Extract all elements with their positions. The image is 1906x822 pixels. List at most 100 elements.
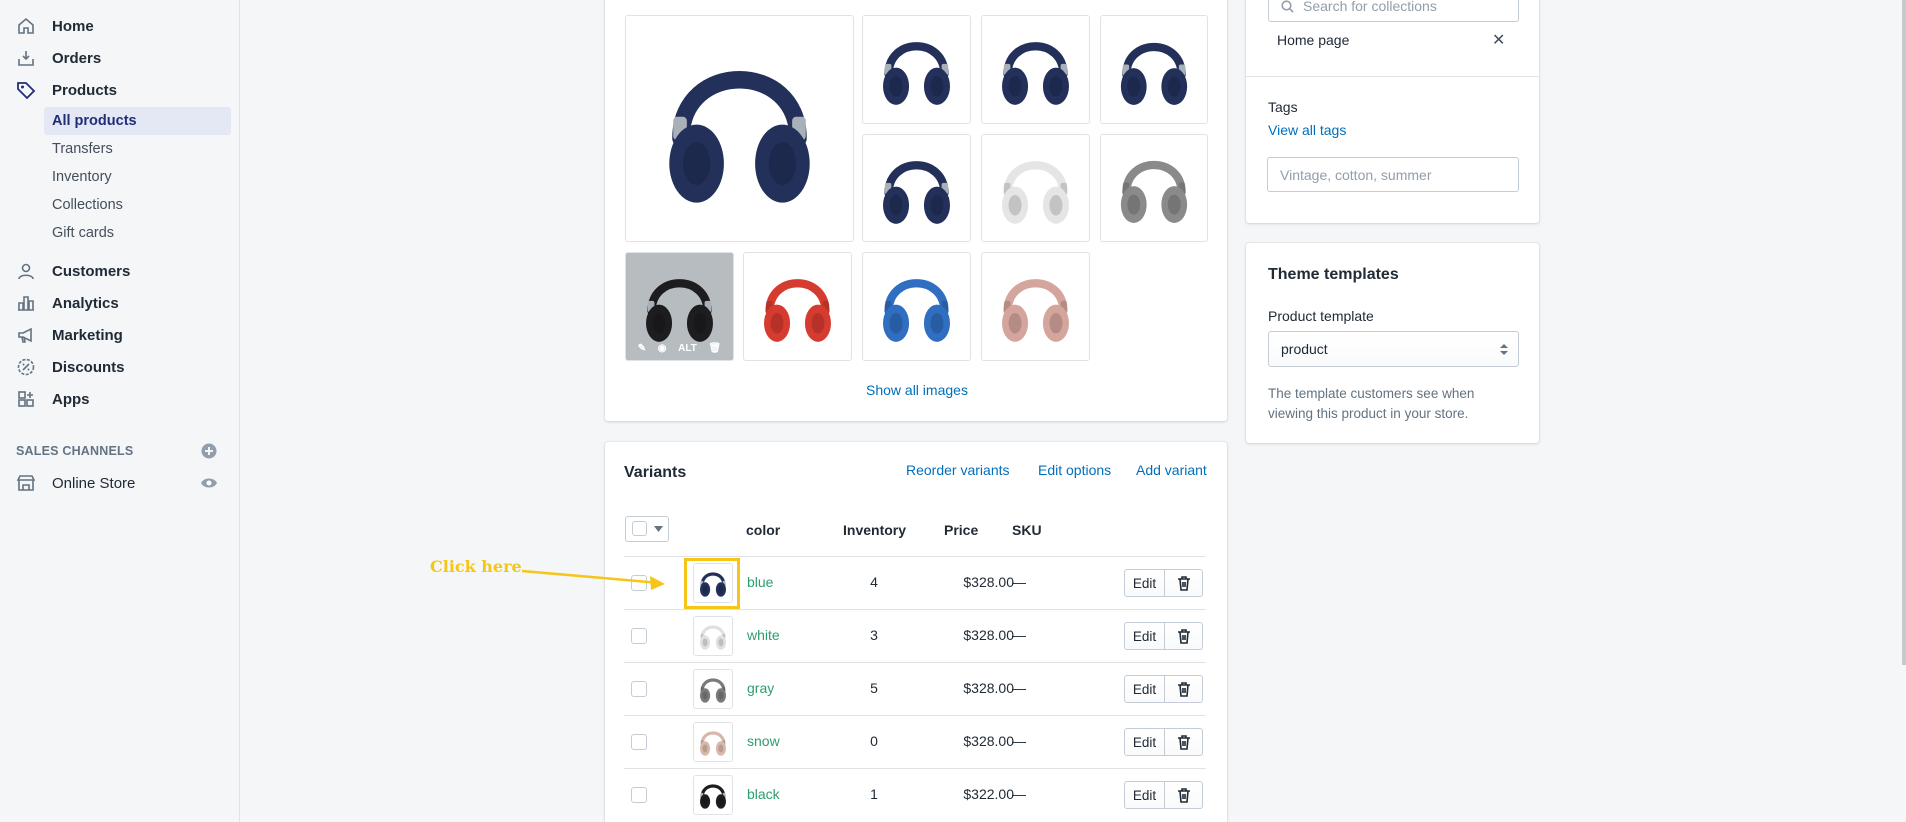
add-sales-channel-button[interactable]: [200, 442, 218, 460]
product-image-thumb[interactable]: [981, 252, 1090, 361]
variant-checkbox[interactable]: [631, 681, 647, 697]
product-image-thumb[interactable]: [981, 15, 1090, 124]
view-online-store-button[interactable]: [200, 474, 218, 492]
variant-name-link[interactable]: blue: [747, 574, 773, 590]
variant-sku: —: [1012, 786, 1026, 802]
view-all-tags-link[interactable]: View all tags: [1268, 122, 1346, 138]
reorder-variants-link[interactable]: Reorder variants: [906, 462, 1010, 478]
variant-name-link[interactable]: gray: [747, 680, 774, 696]
product-image-thumb[interactable]: [862, 134, 971, 242]
variant-row: gray 5 $328.00 — Edit: [624, 662, 1206, 715]
nav-apps[interactable]: Apps: [0, 383, 240, 415]
variant-edit-button[interactable]: Edit: [1124, 781, 1165, 809]
show-all-images-link[interactable]: Show all images: [866, 382, 968, 398]
product-image-thumb[interactable]: [862, 252, 971, 361]
store-icon: [15, 472, 37, 494]
tags-input[interactable]: Vintage, cotton, summer: [1267, 157, 1519, 192]
variant-image-thumb[interactable]: [693, 616, 733, 656]
product-image-thumb[interactable]: [981, 134, 1090, 242]
sub-collections[interactable]: Collections: [44, 191, 231, 219]
plus-circle-icon: [201, 443, 217, 459]
nav-discounts[interactable]: Discounts: [0, 351, 240, 383]
product-image-thumb[interactable]: [743, 252, 852, 361]
nav-discounts-label: Discounts: [52, 358, 125, 376]
template-help-text: The template customers see when viewing …: [1268, 384, 1474, 424]
pencil-icon[interactable]: ✎: [638, 343, 646, 354]
main-product-image[interactable]: [625, 15, 854, 242]
variant-edit-button[interactable]: Edit: [1124, 622, 1165, 650]
annotation-arrow-icon: [521, 569, 665, 590]
bulk-select-dropdown[interactable]: [625, 516, 669, 542]
variant-delete-button[interactable]: [1165, 728, 1203, 756]
eye-icon[interactable]: ◉: [658, 343, 667, 354]
tags-placeholder: Vintage, cotton, summer: [1280, 166, 1432, 183]
edit-options-link[interactable]: Edit options: [1038, 462, 1111, 478]
variant-edit-button[interactable]: Edit: [1124, 675, 1165, 703]
variant-edit-button[interactable]: Edit: [1124, 728, 1165, 756]
variant-image-thumb[interactable]: [693, 722, 733, 762]
page-scrollbar[interactable]: [1902, 0, 1906, 665]
nav-home[interactable]: Home: [0, 10, 240, 42]
remove-collection-button[interactable]: ✕: [1492, 30, 1505, 50]
product-image-thumb[interactable]: ✎ ◉ ALT 🗑: [625, 252, 734, 361]
alt-text-button[interactable]: ALT: [678, 343, 697, 354]
variant-name-link[interactable]: black: [747, 786, 780, 802]
product-image-thumb[interactable]: [1100, 134, 1208, 242]
variant-price: $322.00: [963, 786, 1014, 802]
variant-price: $328.00: [963, 680, 1014, 696]
trash-icon[interactable]: 🗑: [708, 343, 721, 354]
orders-icon: [15, 47, 37, 69]
sub-gift-cards[interactable]: Gift cards: [44, 219, 231, 247]
product-image-thumb[interactable]: [862, 15, 971, 124]
variant-checkbox[interactable]: [631, 787, 647, 803]
nav-apps-label: Apps: [52, 390, 90, 408]
variant-edit-button[interactable]: Edit: [1124, 569, 1165, 597]
image-hover-actions: ✎ ◉ ALT 🗑: [626, 343, 733, 354]
variant-delete-button[interactable]: [1165, 675, 1203, 703]
variant-name-link[interactable]: snow: [747, 733, 780, 749]
variant-name-link[interactable]: white: [747, 627, 780, 643]
nav-online-store-label: Online Store: [52, 474, 136, 492]
variant-inventory: 1: [870, 786, 878, 802]
nav-customers[interactable]: Customers: [0, 255, 240, 287]
sub-all-products[interactable]: All products: [44, 107, 231, 135]
nav-analytics[interactable]: Analytics: [0, 287, 240, 319]
collections-search-input[interactable]: Search for collections: [1268, 0, 1519, 22]
nav-orders[interactable]: Orders: [0, 42, 240, 74]
select-all-checkbox[interactable]: [632, 521, 647, 536]
theme-templates-title: Theme templates: [1268, 266, 1399, 283]
eye-icon: [201, 478, 217, 488]
variant-sku: —: [1012, 574, 1026, 590]
sub-transfers[interactable]: Transfers: [44, 135, 231, 163]
annotation-highlight-box: [684, 558, 740, 609]
sub-inventory[interactable]: Inventory: [44, 163, 231, 191]
variant-sku: —: [1012, 733, 1026, 749]
add-variant-link[interactable]: Add variant: [1136, 462, 1207, 478]
variant-checkbox[interactable]: [631, 628, 647, 644]
product-template-value: product: [1281, 341, 1328, 357]
variant-inventory: 4: [870, 574, 878, 590]
product-image-thumb[interactable]: [1100, 15, 1208, 124]
customers-icon: [15, 260, 37, 282]
variant-image-thumb[interactable]: [693, 775, 733, 815]
variant-delete-button[interactable]: [1165, 622, 1203, 650]
trash-icon: [1177, 787, 1190, 803]
close-icon: ✕: [1492, 32, 1506, 49]
col-sku: SKU: [1012, 522, 1042, 538]
variant-image-thumb[interactable]: [693, 669, 733, 709]
annotation-label: Click here: [430, 557, 522, 576]
search-icon: [1281, 0, 1294, 13]
variant-row: black 1 $322.00 — Edit: [624, 768, 1206, 821]
product-template-select[interactable]: product: [1268, 331, 1519, 367]
nav-marketing[interactable]: Marketing: [0, 319, 240, 351]
trash-icon: [1177, 681, 1190, 697]
sales-channels-title: SALES CHANNELS: [16, 444, 134, 458]
template-help-line-2: viewing this product in your store.: [1268, 406, 1469, 421]
col-color: color: [746, 522, 781, 538]
collection-home-page: Home page: [1277, 32, 1350, 48]
nav-products-label: Products: [52, 81, 118, 99]
variant-delete-button[interactable]: [1165, 569, 1203, 597]
variant-delete-button[interactable]: [1165, 781, 1203, 809]
variant-checkbox[interactable]: [631, 734, 647, 750]
nav-products[interactable]: Products: [0, 74, 240, 106]
